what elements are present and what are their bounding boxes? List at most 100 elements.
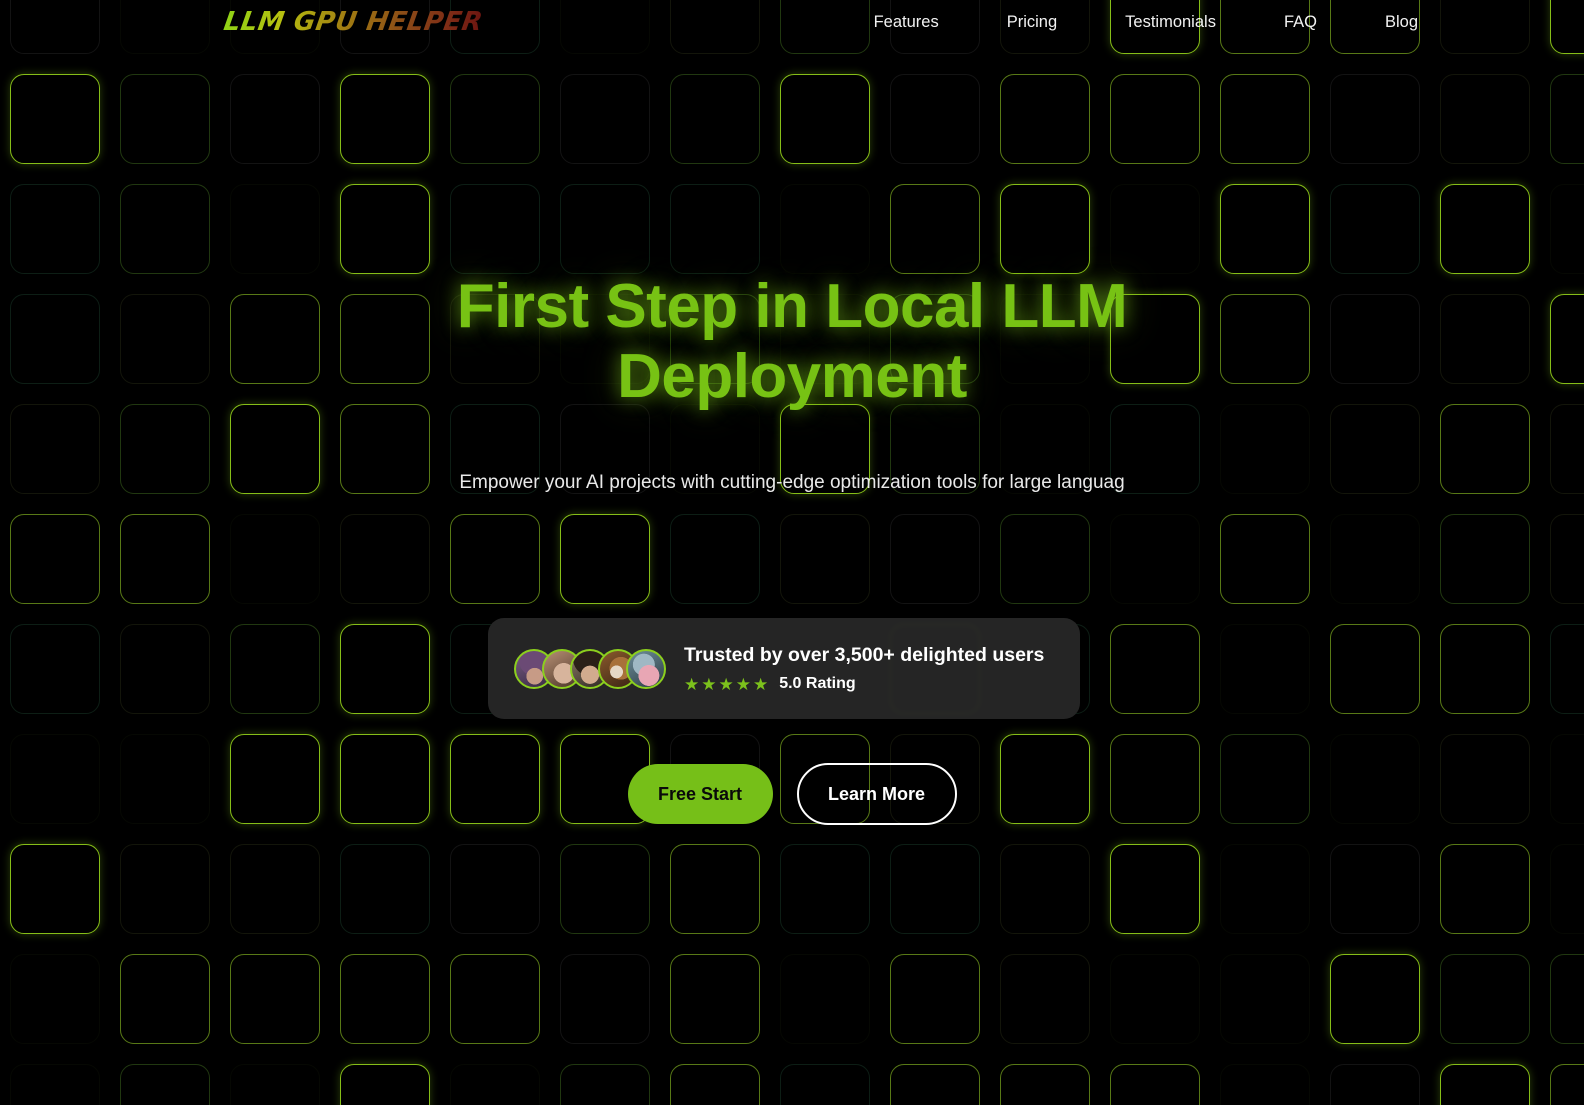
nav-item-faq[interactable]: FAQ (1284, 7, 1317, 38)
grid-cell (780, 514, 870, 604)
nav-item-features[interactable]: Features (874, 7, 939, 38)
grid-cell (120, 514, 210, 604)
grid-cell (340, 514, 430, 604)
grid-cell (890, 844, 980, 934)
grid-cell (450, 1064, 540, 1105)
grid-cell (10, 844, 100, 934)
grid-cell (1220, 624, 1310, 714)
grid-cell (560, 1064, 650, 1105)
grid-cell (780, 184, 870, 274)
learn-more-button[interactable]: Learn More (796, 763, 957, 825)
grid-cell (450, 844, 540, 934)
grid-cell (340, 1064, 430, 1105)
hero-subtitle: Empower your AI projects with cutting-ed… (459, 472, 1125, 493)
avatar-group (514, 648, 666, 689)
grid-cell (670, 1064, 760, 1105)
grid-cell (890, 514, 980, 604)
grid-cell (1220, 404, 1310, 494)
rating-row: ★★★★★ 5.0 Rating (684, 675, 1044, 693)
grid-cell (1220, 514, 1310, 604)
grid-cell (340, 954, 430, 1044)
grid-cell (780, 294, 870, 384)
grid-cell (230, 514, 320, 604)
grid-cell (560, 954, 650, 1044)
grid-cell (120, 404, 210, 494)
grid-cell (1000, 184, 1090, 274)
free-start-button[interactable]: Free Start (627, 764, 773, 824)
grid-cell (10, 1064, 100, 1105)
grid-cell (340, 74, 430, 164)
avatar (626, 648, 666, 689)
nav-item-blog[interactable]: Blog (1385, 7, 1418, 38)
page-title: First Step in Local LLM Deployment (456, 272, 1128, 411)
grid-cell (890, 954, 980, 1044)
grid-cell (450, 184, 540, 274)
grid-cell (230, 404, 320, 494)
grid-cell (1110, 954, 1200, 1044)
grid-cell (1000, 514, 1090, 604)
grid-cell (1220, 954, 1310, 1044)
grid-cell (340, 624, 430, 714)
grid-cell (10, 404, 100, 494)
grid-cell (1220, 844, 1310, 934)
trust-title: Trusted by over 3,500+ delighted users (684, 644, 1045, 666)
grid-cell (1330, 1064, 1420, 1105)
grid-cell (10, 184, 100, 274)
grid-cell (1000, 1064, 1090, 1105)
grid-cell (450, 954, 540, 1044)
grid-cell (450, 514, 540, 604)
grid-cell (670, 74, 760, 164)
grid-cell (670, 954, 760, 1044)
grid-cell (1440, 184, 1530, 274)
grid-cell (1330, 404, 1420, 494)
grid-cell (120, 1064, 210, 1105)
grid-cell (890, 404, 980, 494)
grid-cell (1550, 74, 1584, 164)
grid-cell (1550, 294, 1584, 384)
landing-page: LLM GPU HELPER Features Pricing Testimon… (0, 0, 1584, 1105)
site-logo[interactable]: LLM GPU HELPER (222, 7, 485, 37)
grid-cell (10, 74, 100, 164)
grid-cell (1330, 954, 1420, 1044)
grid-background (0, 0, 1584, 1105)
grid-cell (120, 844, 210, 934)
grid-cell (1110, 844, 1200, 934)
grid-cell (670, 514, 760, 604)
grid-cell (230, 844, 320, 934)
grid-cell (1110, 294, 1200, 384)
grid-cell (1440, 624, 1530, 714)
grid-cell (890, 74, 980, 164)
grid-cell (890, 1064, 980, 1105)
grid-cell (1440, 514, 1530, 604)
grid-cell (1110, 1064, 1200, 1105)
cta-button-row: Free Start Learn More (0, 763, 1584, 825)
grid-cell (780, 404, 870, 494)
grid-cell (1550, 184, 1584, 274)
grid-cell (780, 1064, 870, 1105)
grid-cell (560, 294, 650, 384)
grid-cell (1000, 294, 1090, 384)
grid-cell (1550, 624, 1584, 714)
nav-item-testimonials[interactable]: Testimonials (1125, 7, 1216, 38)
grid-cell (1110, 404, 1200, 494)
grid-cell (120, 184, 210, 274)
grid-cell (1440, 74, 1530, 164)
grid-cell (1550, 1064, 1584, 1105)
trust-text-block: Trusted by over 3,500+ delighted users ★… (684, 644, 1044, 693)
grid-cell (1000, 404, 1090, 494)
grid-cell (1440, 844, 1530, 934)
grid-cell (560, 184, 650, 274)
grid-cell (560, 844, 650, 934)
grid-cell (450, 404, 540, 494)
grid-cell (10, 624, 100, 714)
grid-cell (670, 184, 760, 274)
nav-item-pricing[interactable]: Pricing (1007, 7, 1057, 38)
grid-cell (1220, 1064, 1310, 1105)
grid-cell (1440, 404, 1530, 494)
grid-cell (560, 404, 650, 494)
grid-cell (1220, 294, 1310, 384)
grid-cell (890, 294, 980, 384)
grid-cell (670, 294, 760, 384)
grid-cell (1220, 74, 1310, 164)
grid-cell (780, 954, 870, 1044)
